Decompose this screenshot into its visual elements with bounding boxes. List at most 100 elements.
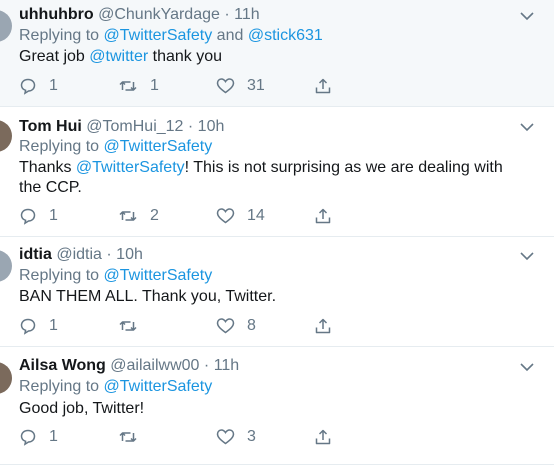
like-button[interactable]: 14 <box>216 205 265 227</box>
chevron-down-icon[interactable] <box>520 362 534 372</box>
tweet-text-part: Good job, Twitter! <box>19 400 145 417</box>
like-count: 3 <box>247 428 256 445</box>
retweet-count: 2 <box>150 207 159 224</box>
display-name[interactable]: Ailsa Wong <box>19 357 106 374</box>
timestamp[interactable]: 10h <box>116 246 143 263</box>
heart-icon <box>216 78 235 94</box>
retweet-icon <box>119 81 137 91</box>
share-button[interactable] <box>314 315 332 337</box>
user-handle[interactable]: @ChunkYardage <box>98 6 220 23</box>
timestamp[interactable]: 11h <box>214 357 240 374</box>
share-button[interactable] <box>314 75 332 97</box>
retweet-button[interactable]: 1 <box>118 75 159 97</box>
separator-dot: · <box>187 118 194 135</box>
like-button[interactable]: 31 <box>216 75 265 97</box>
avatar[interactable] <box>0 10 12 42</box>
tweet-text-part: ! This is not surprising as we are deali… <box>184 159 503 176</box>
retweet-button[interactable] <box>118 426 150 448</box>
share-button[interactable] <box>314 205 332 227</box>
tweet-text-part: BAN THEM ALL. Thank you, Twitter. <box>19 288 277 305</box>
user-handle[interactable]: @idtia <box>56 246 102 263</box>
share-icon <box>315 429 331 445</box>
reply-target-link[interactable]: @TwitterSafety <box>104 378 213 395</box>
user-handle[interactable]: @TomHui_12 <box>86 118 183 135</box>
tweet-header: Tom Hui @TomHui_12 · 10h <box>19 118 224 136</box>
like-count: 8 <box>247 317 256 334</box>
reply-button[interactable]: 1 <box>19 205 58 227</box>
action-bar: 1 2 14 <box>19 205 349 227</box>
tweet[interactable]: Ailsa Wong @ailailww00 · 11h Replying to… <box>0 347 554 465</box>
tweet-text-part: Great job <box>19 48 90 65</box>
reply-button[interactable]: 1 <box>19 75 58 97</box>
replying-to: Replying to @TwitterSafety <box>19 267 212 285</box>
tweet[interactable]: Tom Hui @TomHui_12 · 10h Replying to @Tw… <box>0 107 554 237</box>
reply-count: 1 <box>49 428 58 445</box>
action-bar: 1 8 <box>19 315 349 337</box>
avatar[interactable] <box>0 120 12 152</box>
tweet[interactable]: uhhuhbro @ChunkYardage · 11h Replying to… <box>0 0 554 107</box>
tweet-text-part: thank you <box>148 48 223 65</box>
tweet-header: idtia @idtia · 10h <box>19 246 143 264</box>
heart-icon <box>216 318 235 334</box>
separator-dot: · <box>203 357 210 374</box>
like-count: 14 <box>247 207 265 224</box>
share-button[interactable] <box>314 426 332 448</box>
tweet[interactable]: idtia @idtia · 10h Replying to @TwitterS… <box>0 237 554 347</box>
reply-count: 1 <box>49 77 58 94</box>
action-bar: 1 3 <box>19 426 349 448</box>
avatar[interactable] <box>0 362 12 394</box>
retweet-button[interactable] <box>118 315 150 337</box>
timestamp[interactable]: 10h <box>198 118 225 135</box>
replying-prefix: Replying to <box>19 378 100 395</box>
separator-dot: · <box>106 246 112 263</box>
avatar[interactable] <box>0 250 12 282</box>
reply-icon <box>20 318 36 335</box>
chevron-down-icon[interactable] <box>520 11 534 21</box>
replying-to: Replying to @TwitterSafety and @stick631 <box>19 27 323 45</box>
display-name[interactable]: idtia <box>19 246 52 263</box>
reply-count: 1 <box>49 207 58 224</box>
replying-to: Replying to @TwitterSafety <box>19 378 212 396</box>
tweet-header: uhhuhbro @ChunkYardage · 11h <box>19 6 260 24</box>
tweet-text: Good job, Twitter! <box>19 399 539 419</box>
like-button[interactable]: 8 <box>216 315 256 337</box>
heart-icon <box>216 208 235 224</box>
tweet-text: Thanks @TwitterSafety! This is not surpr… <box>19 158 539 198</box>
retweet-count: 1 <box>150 77 159 94</box>
reply-button[interactable]: 1 <box>19 426 58 448</box>
timestamp[interactable]: 11h <box>234 6 260 23</box>
reply-count: 1 <box>49 317 58 334</box>
tweet-text: Great job @twitter thank you <box>19 47 539 67</box>
tweet-text-part: the CCP. <box>19 179 82 196</box>
display-name[interactable]: uhhuhbro <box>19 6 94 23</box>
retweet-icon <box>119 211 137 221</box>
reply-target-link[interactable]: @TwitterSafety <box>104 138 213 155</box>
reply-icon <box>20 208 36 225</box>
display-name[interactable]: Tom Hui <box>19 118 82 135</box>
reply-target-link[interactable]: @stick631 <box>248 27 323 44</box>
tweet-header: Ailsa Wong @ailailww00 · 11h <box>19 357 239 375</box>
reply-button[interactable]: 1 <box>19 315 58 337</box>
heart-icon <box>216 429 235 445</box>
chevron-down-icon[interactable] <box>520 122 534 132</box>
tweet-text: BAN THEM ALL. Thank you, Twitter. <box>19 287 539 307</box>
reply-conjunction: and <box>216 27 244 44</box>
retweet-icon <box>119 432 137 442</box>
replying-prefix: Replying to <box>19 138 100 155</box>
mention-link[interactable]: @twitter <box>89 48 148 65</box>
reply-icon <box>20 78 36 95</box>
share-icon <box>315 78 331 94</box>
reply-target-link[interactable]: @TwitterSafety <box>104 27 213 44</box>
user-handle[interactable]: @ailailww00 <box>110 357 199 374</box>
tweet-text-part: Thanks <box>19 159 76 176</box>
chevron-down-icon[interactable] <box>520 251 534 261</box>
reply-icon <box>20 429 36 446</box>
reply-target-link[interactable]: @TwitterSafety <box>104 267 213 284</box>
replying-prefix: Replying to <box>19 27 100 44</box>
like-count: 31 <box>247 77 265 94</box>
separator-dot: · <box>224 6 230 23</box>
mention-link[interactable]: @TwitterSafety <box>76 159 185 176</box>
retweet-button[interactable]: 2 <box>118 205 159 227</box>
like-button[interactable]: 3 <box>216 426 256 448</box>
share-icon <box>315 318 331 334</box>
